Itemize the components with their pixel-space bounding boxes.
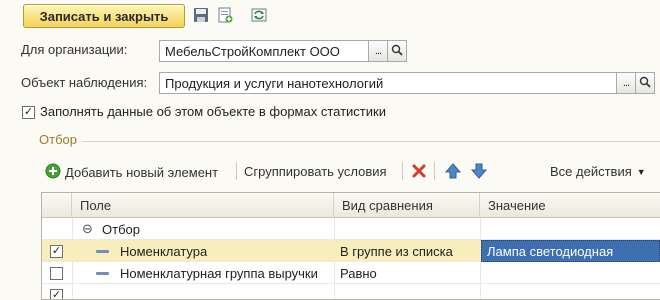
collapse-icon[interactable]: ⊖ <box>82 218 93 240</box>
field-item-icon <box>96 271 109 275</box>
row-value[interactable]: Лампа светодиодная <box>481 240 660 262</box>
add-element-button[interactable]: Добавить новый элемент <box>45 163 218 182</box>
organization-value: МебельСтройКомплект ООО <box>165 43 340 59</box>
row-comparison[interactable]: Равно <box>340 262 377 284</box>
row-checkbox[interactable]: ✓ <box>50 244 63 258</box>
delete-icon[interactable] <box>411 163 427 182</box>
header-field[interactable]: Поле <box>72 193 334 218</box>
add-icon <box>45 163 61 182</box>
row-comparison[interactable]: В группе из списка <box>340 240 453 262</box>
group-row[interactable]: ⊖ Отбор <box>42 218 660 240</box>
magnifier-icon <box>639 76 651 91</box>
group-conditions-button[interactable]: Сгруппировать условия <box>244 164 387 179</box>
observation-pick-button[interactable]: ... <box>617 72 636 94</box>
row-checkbox[interactable] <box>50 266 63 280</box>
all-actions-label: Все действия <box>550 164 632 179</box>
add-element-label: Добавить новый элемент <box>65 165 219 180</box>
organization-search-button[interactable] <box>388 40 407 62</box>
header-value[interactable]: Значение <box>480 193 660 218</box>
save-icon[interactable] <box>192 6 210 24</box>
organization-pick-button[interactable]: ... <box>369 40 388 62</box>
toolbar-separator <box>236 162 237 180</box>
table-row[interactable]: ✓ Номенклатура В группе из списка Лампа … <box>42 240 660 262</box>
filter-group-divider <box>82 141 660 142</box>
grid-header: Поле Вид сравнения Значение <box>42 193 660 218</box>
observation-field[interactable]: Продукция и услуги нанотехнологий <box>159 72 617 94</box>
observation-search-button[interactable] <box>636 72 655 94</box>
organization-field[interactable]: МебельСтройКомплект ООО <box>159 40 369 62</box>
header-check-column <box>42 193 72 218</box>
table-row[interactable]: ✓ <box>42 284 660 299</box>
row-field: Номенклатурная группа выручки <box>120 265 318 281</box>
fill-data-label: Заполнять данные об этом объекте в форма… <box>40 104 386 119</box>
observation-value: Продукция и услуги нанотехнологий <box>165 75 384 91</box>
filter-grid: Поле Вид сравнения Значение ⊖ Отбор ✓ Но… <box>41 192 660 300</box>
all-actions-menu[interactable]: Все действия ▼ <box>550 164 646 179</box>
move-down-icon[interactable] <box>470 162 488 183</box>
observation-label: Объект наблюдения: <box>21 75 148 90</box>
filter-group-title: Отбор <box>39 132 77 147</box>
save-new-icon[interactable] <box>216 6 234 24</box>
header-comparison[interactable]: Вид сравнения <box>334 193 480 218</box>
row-field: Номенклатура <box>120 243 208 259</box>
magnifier-icon <box>391 44 403 59</box>
chevron-down-icon: ▼ <box>636 166 646 177</box>
toolbar-separator <box>434 162 435 180</box>
toolbar-separator <box>402 162 403 180</box>
refresh-icon[interactable] <box>250 6 268 24</box>
fill-data-checkbox[interactable]: ✓ <box>22 106 35 119</box>
group-row-label: Отбор <box>102 221 140 237</box>
table-row[interactable]: Номенклатурная группа выручки Равно <box>42 262 660 284</box>
row-checkbox[interactable]: ✓ <box>50 288 63 299</box>
write-and-close-label: Записать и закрыть <box>39 8 169 24</box>
write-and-close-button[interactable]: Записать и закрыть <box>23 4 185 28</box>
field-item-icon <box>96 249 109 253</box>
organization-label: Для организации: <box>21 42 128 57</box>
move-up-icon[interactable] <box>444 162 462 183</box>
